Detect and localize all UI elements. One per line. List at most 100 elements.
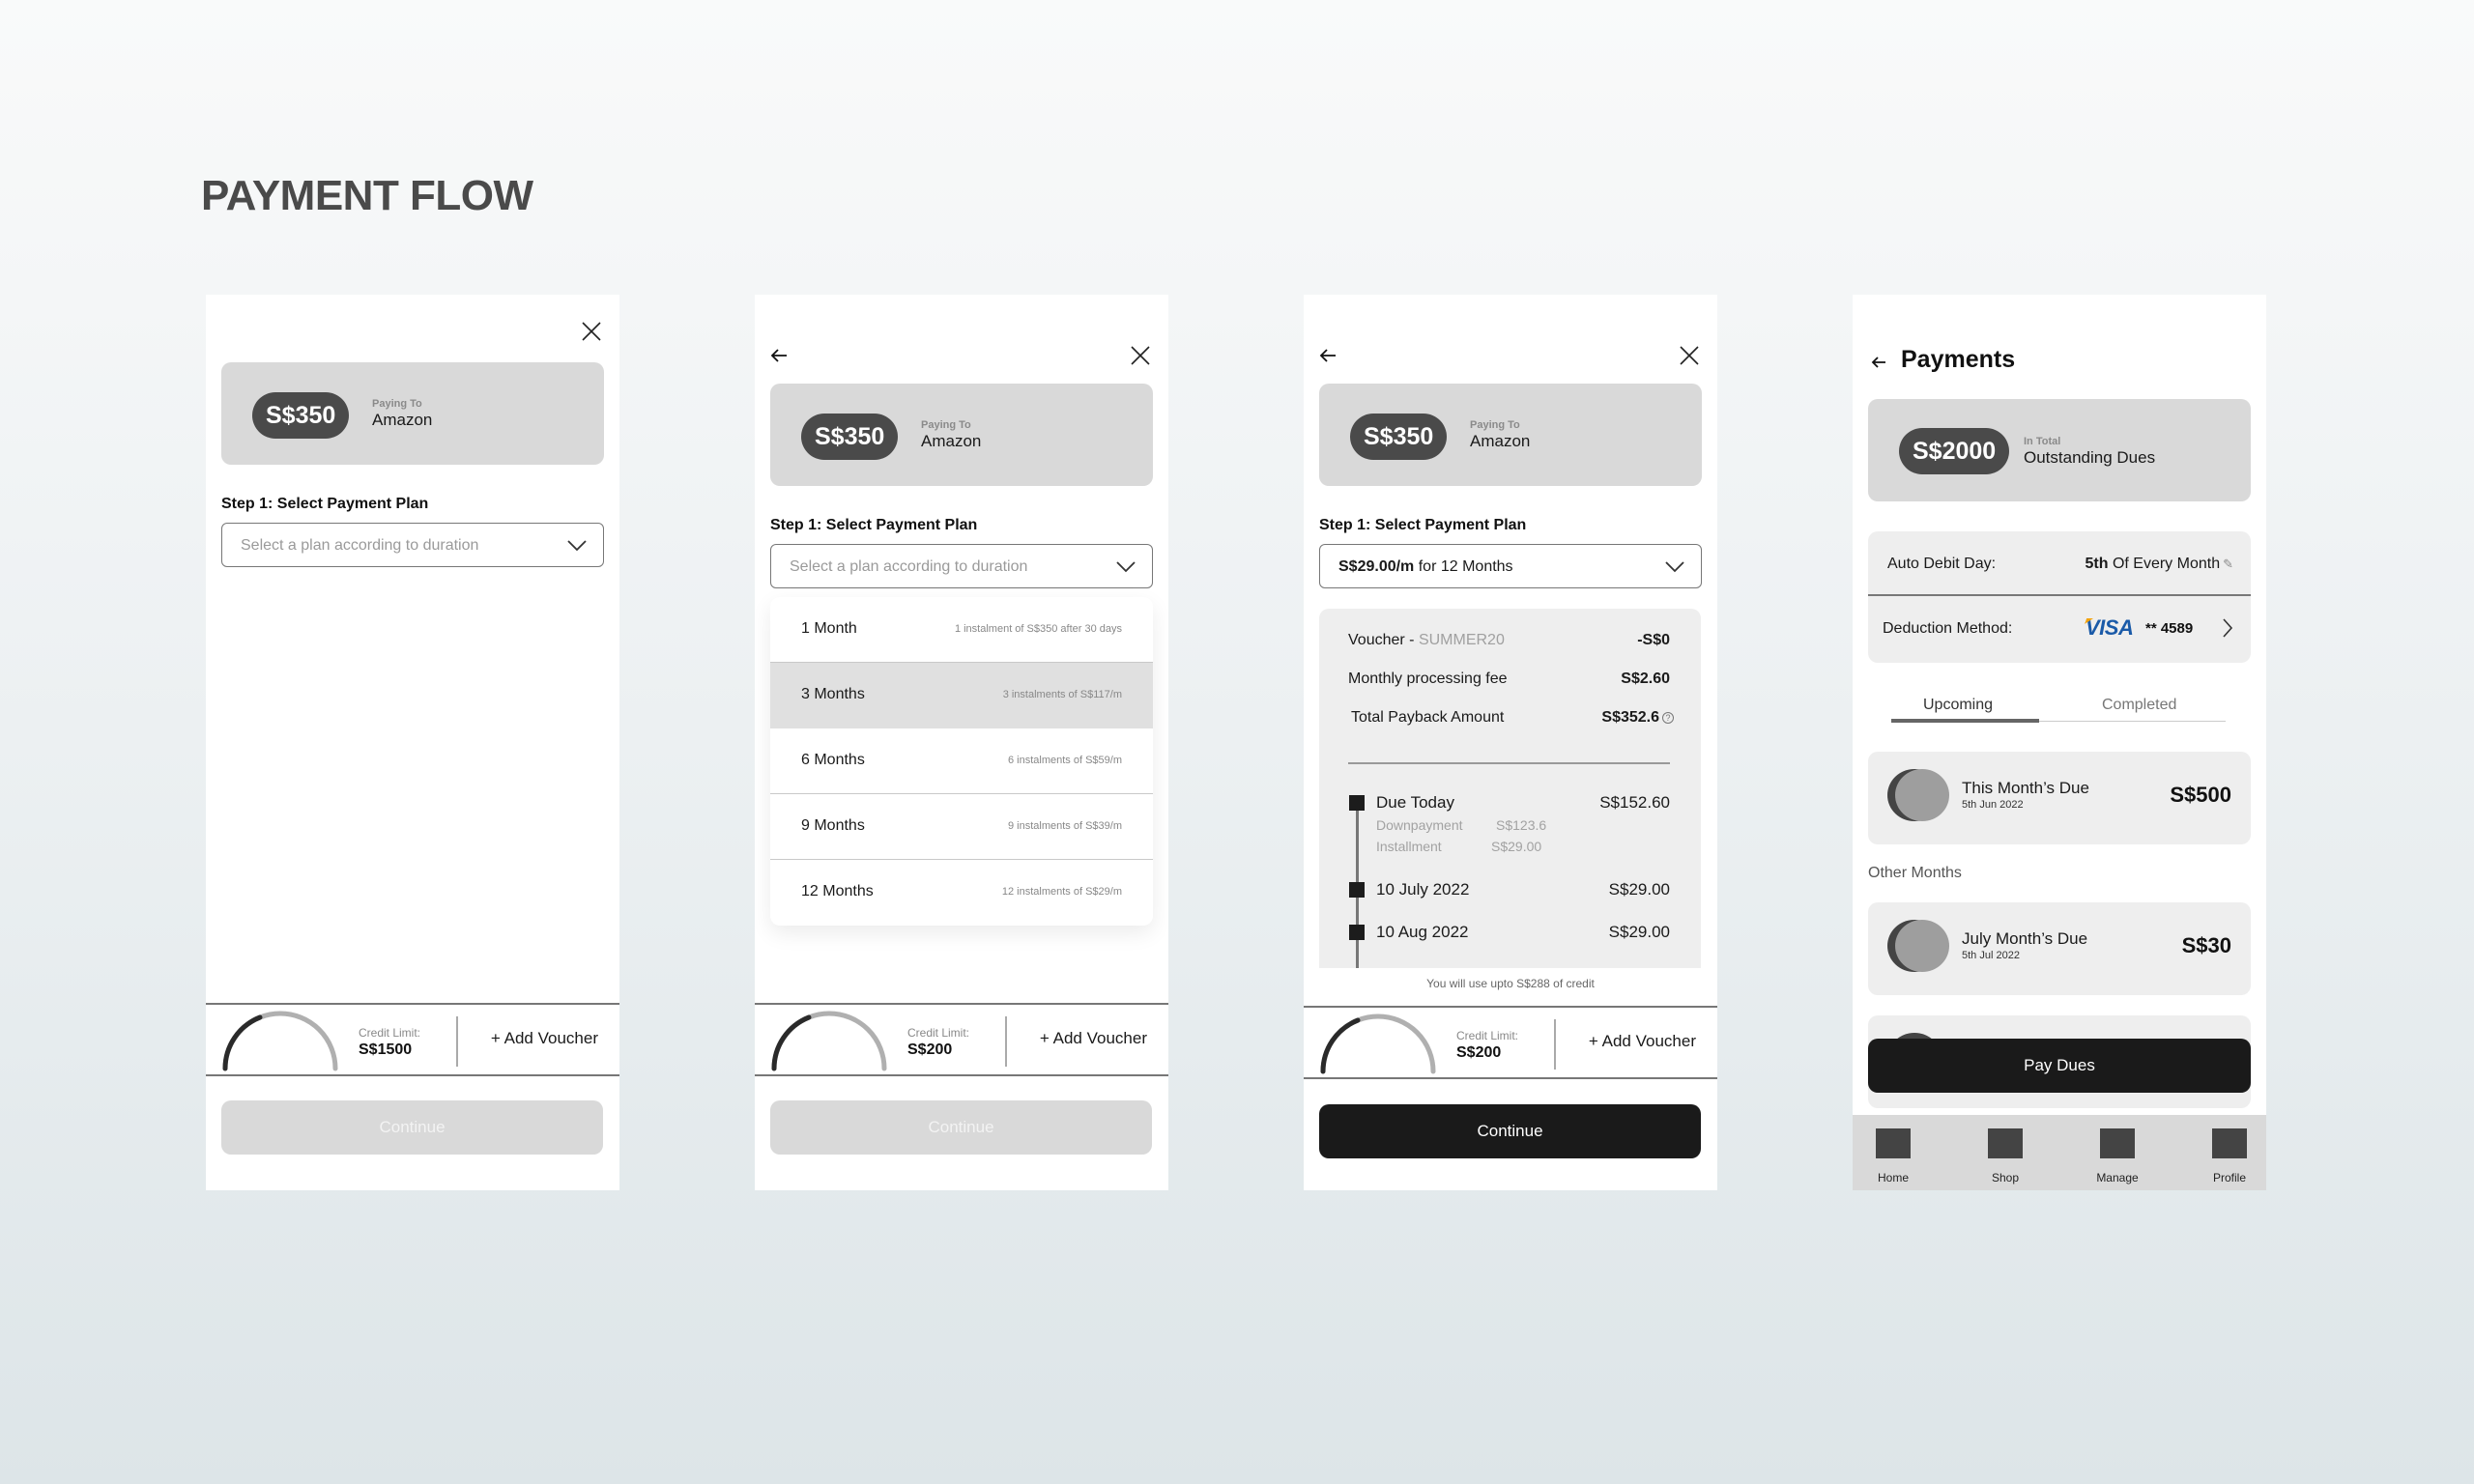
due-avatar-icon (1887, 769, 1950, 822)
amount-pill: S$350 (252, 392, 350, 439)
continue-button[interactable]: Continue (1319, 1104, 1701, 1158)
total-value: S$352.6 (1601, 709, 1659, 726)
pencil-icon[interactable]: ✎ (2223, 556, 2233, 571)
back-arrow-icon[interactable] (1318, 346, 1338, 365)
plan-option-label: 9 Months (801, 817, 865, 834)
auto-debit-row[interactable]: Auto Debit Day: 5th Of Every Month ✎ (1868, 531, 2251, 596)
timeline-dot (1349, 882, 1365, 898)
voucher-label: Voucher - (1348, 632, 1419, 648)
nav-home[interactable]: Home (1864, 1128, 1922, 1184)
add-voucher-button[interactable]: + Add Voucher (1040, 1029, 1147, 1048)
outstanding-card: S$2000 In Total Outstanding Dues (1868, 399, 2251, 501)
plan-option[interactable]: 9 Months 9 instalments of S$39/m (770, 794, 1153, 860)
schedule-amount: S$152.60 (1599, 793, 1670, 812)
nav-manage[interactable]: Manage (2088, 1128, 2146, 1184)
back-arrow-icon[interactable] (1869, 353, 1888, 372)
schedule-label: 10 Aug 2022 (1376, 923, 1469, 941)
chevron-down-icon (1665, 561, 1684, 573)
nav-shop[interactable]: Shop (1976, 1128, 2034, 1184)
deduction-method-row[interactable]: Deduction Method: VISA ** 4589 (1868, 596, 2251, 661)
profile-icon (2212, 1128, 2247, 1158)
selected-plan-amount: S$29.00/m (1338, 558, 1415, 575)
credit-usage-note: You will use upto S$288 of credit (1426, 977, 1595, 990)
due-name: This Month’s Due (1962, 779, 2089, 797)
plan-option-label: 3 Months (801, 686, 865, 702)
close-icon[interactable] (1679, 345, 1700, 366)
merchant-name: Amazon (1470, 432, 1531, 450)
chevron-down-icon (567, 540, 587, 552)
amount-description: Outstanding Dues (2024, 448, 2156, 467)
breakdown-label: Installment (1376, 839, 1442, 854)
schedule-amount: S$29.00 (1608, 923, 1670, 941)
nav-label: Profile (2212, 1171, 2246, 1184)
breakdown-value: S$29.00 (1491, 839, 1542, 854)
section-heading: Other Months (1868, 865, 1962, 881)
plan-option[interactable]: 1 Month 1 instalment of S$350 after 30 d… (770, 597, 1153, 663)
amount-card: S$350 Paying To Amazon (221, 362, 604, 465)
pay-dues-button[interactable]: Pay Dues (1868, 1039, 2251, 1093)
plan-option[interactable]: 3 Months 3 instalments of S$117/m (770, 663, 1153, 728)
step-label: Step 1: Select Payment Plan (221, 496, 429, 512)
due-card[interactable]: July Month’s Due 5th Jul 2022 S$30 (1868, 902, 2251, 995)
visa-logo-icon: VISA (2086, 615, 2134, 640)
timeline-dot (1349, 925, 1365, 940)
nav-profile[interactable]: Profile (2201, 1128, 2258, 1184)
plan-option-detail: 1 instalment of S$350 after 30 days (954, 623, 1122, 635)
home-icon (1876, 1128, 1911, 1158)
plan-select-value: S$29.00/m for 12 Months (1338, 558, 1513, 576)
fee-label: Monthly processing fee (1348, 671, 1508, 687)
add-voucher-button[interactable]: + Add Voucher (1589, 1032, 1696, 1051)
plan-select[interactable]: Select a plan according to duration (221, 523, 604, 567)
credit-bar: Credit Limit: S$200 + Add Voucher (755, 1003, 1168, 1076)
nav-label: Manage (2096, 1171, 2139, 1184)
continue-button[interactable]: Continue (221, 1100, 603, 1155)
tab-upcoming[interactable]: Upcoming (1923, 697, 1993, 714)
plan-option-detail: 6 instalments of S$59/m (1007, 755, 1122, 766)
plan-option[interactable]: 6 Months 6 instalments of S$59/m (770, 728, 1153, 794)
credit-bar: Credit Limit: S$200 + Add Voucher (1304, 1006, 1717, 1079)
plan-select-placeholder: Select a plan according to duration (790, 558, 1028, 575)
breakdown-value: S$123.6 (1496, 817, 1547, 833)
fee-value: S$2.60 (1621, 671, 1670, 687)
add-voucher-button[interactable]: + Add Voucher (491, 1029, 598, 1048)
breakdown-label: Downpayment (1376, 817, 1463, 833)
tab-completed[interactable]: Completed (2102, 697, 2176, 714)
plan-select[interactable]: Select a plan according to duration (770, 544, 1153, 588)
amount-caption: In Total (2024, 436, 2061, 447)
voucher-value: -S$0 (1637, 632, 1670, 648)
due-card[interactable]: This Month’s Due 5th Jun 2022 S$500 (1868, 752, 2251, 844)
deduction-label: Deduction Method: (1883, 620, 2013, 637)
amount-card: S$350 Paying To Amazon (1319, 384, 1702, 486)
voucher-row: Voucher - SUMMER20 -S$0 (1348, 632, 1670, 649)
back-arrow-icon[interactable] (769, 346, 789, 365)
plan-option-label: 12 Months (801, 883, 874, 899)
merchant-name: Amazon (372, 411, 433, 429)
screen-plan-summary: S$350 Paying To Amazon Step 1: Select Pa… (1304, 295, 1717, 1190)
plan-option-detail: 9 instalments of S$39/m (1007, 820, 1122, 832)
continue-button[interactable]: Continue (770, 1100, 1152, 1155)
paying-to-label: Paying To (1470, 419, 1520, 431)
auto-debit-day: 5th (2085, 556, 2109, 572)
close-icon[interactable] (1130, 345, 1151, 366)
payments-tabs: Upcoming Completed (1891, 691, 2226, 723)
amount-pill: S$2000 (1899, 428, 2010, 474)
page-title: PAYMENT FLOW (201, 172, 533, 219)
paying-to-label: Paying To (921, 419, 971, 431)
plan-dropdown-menu: 1 Month 1 instalment of S$350 after 30 d… (770, 597, 1153, 926)
screen-plan-dropdown: S$350 Paying To Amazon Step 1: Select Pa… (755, 295, 1168, 1190)
timeline-dot (1349, 795, 1365, 811)
plan-select-placeholder: Select a plan according to duration (241, 537, 479, 554)
plan-select[interactable]: S$29.00/m for 12 Months (1319, 544, 1702, 588)
credit-limit-label: Credit Limit: (1456, 1029, 1519, 1042)
amount-card: S$350 Paying To Amazon (770, 384, 1153, 486)
schedule-label: 10 July 2022 (1376, 880, 1470, 899)
help-icon[interactable]: ? (1662, 711, 1674, 724)
plan-option[interactable]: 12 Months 12 instalments of S$29/m (770, 860, 1153, 926)
close-icon[interactable] (581, 321, 602, 342)
auto-debit-suffix: Of Every Month (2108, 556, 2221, 572)
credit-bar: Credit Limit: S$1500 + Add Voucher (206, 1003, 619, 1076)
payment-summary: Voucher - SUMMER20 -S$0 Monthly processi… (1319, 609, 1701, 968)
step-label: Step 1: Select Payment Plan (770, 517, 978, 533)
nav-label: Home (1877, 1171, 1909, 1184)
due-name: July Month’s Due (1962, 929, 2088, 948)
